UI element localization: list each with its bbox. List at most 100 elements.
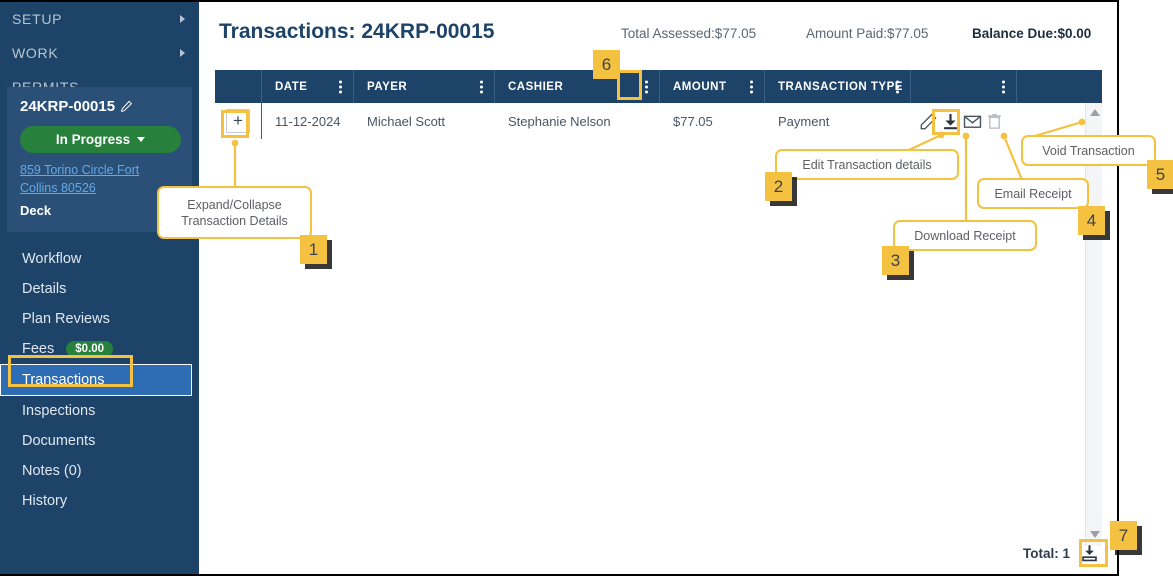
column-header-payer[interactable]: PAYER <box>354 70 495 103</box>
annotation-badge-1: 1 <box>300 235 327 264</box>
column-header-cashier[interactable]: CASHIER <box>495 70 660 103</box>
badge-number: 2 <box>773 176 784 196</box>
sidebar-item-transactions[interactable]: Transactions <box>0 364 192 396</box>
column-header-actions[interactable] <box>911 70 1017 103</box>
email-icon[interactable] <box>963 112 982 131</box>
sidebar-item-label: Details <box>22 281 67 297</box>
table-body: + 11-12-2024 Michael Scott Stephanie Nel… <box>215 103 1102 139</box>
column-menu-icon[interactable] <box>750 80 753 93</box>
sidebar: SETUP WORK PERMITS 24KRP-00015 In Progre… <box>0 2 199 574</box>
column-menu-icon[interactable] <box>896 80 899 93</box>
sidebar-item-label: Plan Reviews <box>22 311 110 327</box>
cell-expand: + <box>215 103 262 139</box>
sidebar-item-notes[interactable]: Notes (0) <box>0 456 199 486</box>
table-row[interactable]: + 11-12-2024 Michael Scott Stephanie Nel… <box>215 103 1102 139</box>
column-header-expand <box>215 70 262 103</box>
sidebar-group-work[interactable]: WORK <box>0 36 199 70</box>
sidebar-item-fees[interactable]: Fees $0.00 <box>0 334 199 364</box>
sidebar-group-work-label: WORK <box>12 45 59 61</box>
scroll-down-arrow-icon[interactable] <box>1090 531 1100 538</box>
fees-amount-badge: $0.00 <box>66 341 114 357</box>
callout-5-text: Void Transaction <box>1042 143 1135 158</box>
badge-number: 3 <box>890 250 901 270</box>
column-menu-icon[interactable] <box>645 80 648 93</box>
record-type: Deck <box>20 203 52 218</box>
edit-pencil-icon[interactable] <box>919 112 938 131</box>
chevron-right-icon <box>180 15 185 23</box>
sidebar-item-details[interactable]: Details <box>0 274 199 304</box>
annotation-badge-5: 5 <box>1147 160 1173 189</box>
amount-paid-value: Amount Paid:$77.05 <box>806 26 929 41</box>
sidebar-item-label: Notes (0) <box>22 463 82 479</box>
total-assessed-value: Total Assessed:$77.05 <box>621 26 757 41</box>
column-menu-icon[interactable] <box>1002 80 1005 93</box>
badge-number: 5 <box>1155 164 1166 184</box>
column-header-label: PAYER <box>367 80 408 93</box>
callout-5: Void Transaction <box>1021 135 1156 166</box>
sidebar-item-label: Workflow <box>22 251 82 267</box>
total-count-label: Total: 1 <box>1023 545 1070 561</box>
application-viewport: SETUP WORK PERMITS 24KRP-00015 In Progre… <box>0 0 1119 576</box>
cell-row-actions <box>911 103 1017 139</box>
callout-4: Email Receipt <box>977 178 1089 209</box>
sidebar-item-workflow[interactable]: Workflow <box>0 244 199 274</box>
trash-icon[interactable] <box>986 112 1003 131</box>
cell-transaction-type: Payment <box>778 113 830 129</box>
screen-root: SETUP WORK PERMITS 24KRP-00015 In Progre… <box>0 0 1173 576</box>
column-header-amount[interactable]: AMOUNT <box>660 70 765 103</box>
chevron-right-icon <box>180 49 185 57</box>
callout-1: Expand/Collapse Transaction Details <box>157 186 312 239</box>
record-address-link[interactable]: 859 Torino Circle Fort Collins 80526 <box>20 161 180 197</box>
sidebar-item-label: History <box>22 493 68 509</box>
column-menu-icon[interactable] <box>339 80 342 93</box>
cell-date: 11-12-2024 <box>275 113 341 129</box>
sidebar-item-plan-reviews[interactable]: Plan Reviews <box>0 304 199 334</box>
column-header-label: AMOUNT <box>673 80 727 93</box>
callout-2-text: Edit Transaction details <box>802 157 932 172</box>
sidebar-item-label: Fees <box>22 341 55 357</box>
cell-cashier: Stephanie Nelson <box>508 113 611 129</box>
annotation-badge-4: 4 <box>1078 206 1105 235</box>
record-id: 24KRP-00015 <box>20 98 116 115</box>
table-vertical-scrollbar[interactable] <box>1085 103 1102 546</box>
callout-3-text: Download Receipt <box>914 228 1016 243</box>
column-header-transaction-type[interactable]: TRANSACTION TYPE <box>765 70 911 103</box>
cell-amount: $77.05 <box>673 113 713 129</box>
export-download-icon[interactable] <box>1076 541 1102 565</box>
badge-number: 7 <box>1118 525 1129 545</box>
column-header-spacer <box>1017 70 1102 103</box>
annotation-badge-3: 3 <box>882 246 909 275</box>
page-title: Transactions: 24KRP-00015 <box>219 20 495 43</box>
callout-4-text: Email Receipt <box>994 186 1072 201</box>
transactions-table: DATE PAYER CASHIER AMOUNT TRANSACTION TY… <box>215 70 1102 546</box>
column-header-label: CASHIER <box>508 80 564 93</box>
chevron-down-icon <box>137 137 146 142</box>
download-icon[interactable] <box>942 112 959 131</box>
column-header-label: DATE <box>275 80 308 93</box>
annotation-badge-6: 6 <box>593 50 620 79</box>
sidebar-item-label: Transactions <box>22 372 105 388</box>
sidebar-item-inspections[interactable]: Inspections <box>0 396 199 426</box>
callout-1-text: Expand/Collapse Transaction Details <box>181 197 288 228</box>
record-id-row: 24KRP-00015 <box>20 98 180 115</box>
callout-2: Edit Transaction details <box>775 149 959 180</box>
sidebar-item-label: Inspections <box>22 403 96 419</box>
sidebar-nav-list: Workflow Details Plan Reviews Fees $0.00… <box>0 244 199 516</box>
column-header-date[interactable]: DATE <box>262 70 354 103</box>
annotation-badge-2: 2 <box>765 172 792 201</box>
pencil-icon[interactable] <box>120 100 133 113</box>
scroll-up-arrow-icon[interactable] <box>1090 109 1100 116</box>
sidebar-group-setup[interactable]: SETUP <box>0 2 199 36</box>
status-dropdown[interactable]: In Progress <box>20 126 181 153</box>
balance-due-value: Balance Due:$0.00 <box>972 26 1092 41</box>
table-footer: Total: 1 <box>215 541 1102 565</box>
sidebar-item-label: Documents <box>22 433 96 449</box>
badge-number: 6 <box>601 54 612 74</box>
sidebar-group-setup-label: SETUP <box>12 11 63 27</box>
column-header-label: TRANSACTION TYPE <box>778 80 903 93</box>
main-content: Transactions: 24KRP-00015 Total Assessed… <box>199 2 1117 574</box>
sidebar-item-documents[interactable]: Documents <box>0 426 199 456</box>
column-menu-icon[interactable] <box>480 80 483 93</box>
expand-collapse-button[interactable]: + <box>226 109 250 133</box>
sidebar-item-history[interactable]: History <box>0 486 199 516</box>
